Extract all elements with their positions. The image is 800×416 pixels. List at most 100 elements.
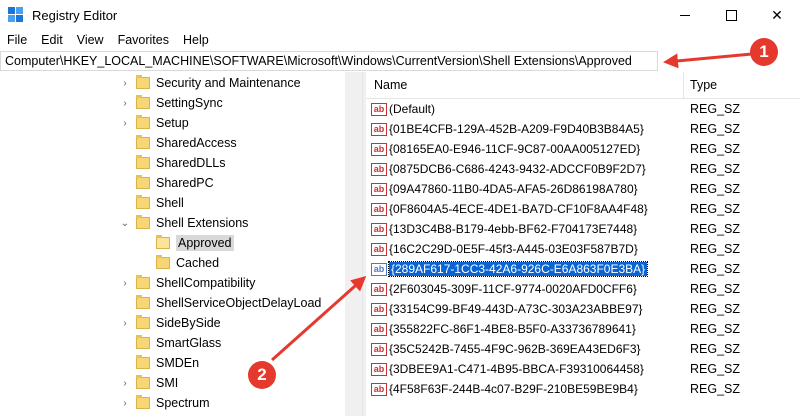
value-row[interactable]: ab {2F603045-309F-11CF-9774-0020AFD0CFF6}… xyxy=(366,279,800,299)
tree-item-label: SharedAccess xyxy=(156,136,237,150)
folder-icon xyxy=(136,175,150,189)
value-row[interactable]: ab {289AF617-1CC3-42A6-926C-E6A863F0E3BA}… xyxy=(366,259,800,279)
tree-item-label: SideBySide xyxy=(156,316,221,330)
tree-item[interactable]: › Spectrum xyxy=(118,393,210,413)
value-type: REG_SZ xyxy=(690,162,741,176)
tree-item-label: SMDEn xyxy=(156,356,200,370)
tree-item[interactable]: Approved xyxy=(138,233,234,253)
folder-icon xyxy=(136,155,150,169)
string-value-icon: ab xyxy=(371,362,387,376)
tree-item[interactable]: SmartGlass xyxy=(118,333,221,353)
string-value-icon: ab xyxy=(371,162,387,176)
menu-edit[interactable]: Edit xyxy=(34,33,70,47)
value-name: {01BE4CFB-129A-452B-A209-F9D40B3B84A5} xyxy=(389,122,644,136)
value-name: {13D3C4B8-B179-4ebb-BF62-F704173E7448} xyxy=(389,222,638,236)
tree-item-label: SharedPC xyxy=(156,176,214,190)
value-name: {4F58F63F-244B-4c07-B29F-210BE59BE9B4} xyxy=(389,382,638,396)
tree-item[interactable]: ⌄ Shell Extensions xyxy=(118,213,248,233)
folder-icon xyxy=(136,215,150,229)
value-row[interactable]: ab (Default) REG_SZ xyxy=(366,99,800,119)
value-row[interactable]: ab {08165EA0-E946-11CF-9C87-00AA005127ED}… xyxy=(366,139,800,159)
tree-item-label: SharedDLLs xyxy=(156,156,226,170)
value-type: REG_SZ xyxy=(690,102,741,116)
tree-item[interactable]: ShellServiceObjectDelayLoad xyxy=(118,293,321,313)
expand-chevron-icon[interactable]: › xyxy=(118,376,132,390)
value-row[interactable]: ab {355822FC-86F1-4BE8-B5F0-A33736789641}… xyxy=(366,319,800,339)
tree-item[interactable]: › SettingSync xyxy=(118,93,223,113)
address-bar[interactable]: Computer\HKEY_LOCAL_MACHINE\SOFTWARE\Mic… xyxy=(0,51,658,71)
menu-view[interactable]: View xyxy=(70,33,111,47)
value-row[interactable]: ab {33154C99-BF49-443D-A73C-303A23ABBE97}… xyxy=(366,299,800,319)
folder-icon xyxy=(136,275,150,289)
value-name: {33154C99-BF49-443D-A73C-303A23ABBE97} xyxy=(389,302,643,316)
value-type: REG_SZ xyxy=(690,282,741,296)
tree-item[interactable]: Cached xyxy=(138,253,219,273)
string-value-icon: ab xyxy=(371,342,387,356)
tree-item[interactable]: › Setup xyxy=(118,113,189,133)
value-row[interactable]: ab {13D3C4B8-B179-4ebb-BF62-F704173E7448}… xyxy=(366,219,800,239)
value-name: {35C5242B-7455-4F9C-962B-369EA43ED6F3} xyxy=(389,342,641,356)
window-title: Registry Editor xyxy=(32,7,118,23)
value-row[interactable]: ab {4F58F63F-244B-4c07-B29F-210BE59BE9B4}… xyxy=(366,379,800,399)
minimize-button[interactable] xyxy=(662,0,708,30)
tree-item[interactable]: SharedPC xyxy=(118,173,214,193)
value-row[interactable]: ab {3DBEE9A1-C471-4B95-BBCA-F39310064458}… xyxy=(366,359,800,379)
folder-icon xyxy=(136,335,150,349)
value-row[interactable]: ab {0875DCB6-C686-4243-9432-ADCCF0B9F2D7}… xyxy=(366,159,800,179)
tree-item-label: Shell xyxy=(156,196,184,210)
tree-item-label: ShellServiceObjectDelayLoad xyxy=(156,296,322,310)
value-row[interactable]: ab {16C2C29D-0E5F-45f3-A445-03E03F587B7D}… xyxy=(366,239,800,259)
value-row[interactable]: ab {0F8604A5-4ECE-4DE1-BA7D-CF10F8AA4F48}… xyxy=(366,199,800,219)
tree-item-label: Cached xyxy=(176,256,220,270)
expand-chevron-icon[interactable]: › xyxy=(118,116,132,130)
value-row[interactable]: ab {35C5242B-7455-4F9C-962B-369EA43ED6F3}… xyxy=(366,339,800,359)
tree-item[interactable]: › ShellCompatibility xyxy=(118,273,255,293)
tree-item[interactable]: SMDEn xyxy=(118,353,199,373)
maximize-button[interactable] xyxy=(708,0,754,30)
tree-item[interactable]: SharedAccess xyxy=(118,133,237,153)
string-value-icon: ab xyxy=(371,242,387,256)
value-name: {0F8604A5-4ECE-4DE1-BA7D-CF10F8AA4F48} xyxy=(389,202,648,216)
menu-file[interactable]: File xyxy=(0,33,34,47)
values-list-pane[interactable]: Name Type ab (Default) REG_SZ ab {01BE4CFB-1… xyxy=(366,72,800,416)
list-header: Name Type xyxy=(366,72,800,99)
folder-icon xyxy=(136,195,150,209)
column-header-name[interactable]: Name xyxy=(366,72,684,98)
folder-icon xyxy=(136,355,150,369)
tree-item[interactable]: › Security and Maintenance xyxy=(118,73,301,93)
menu-favorites[interactable]: Favorites xyxy=(111,33,176,47)
value-type: REG_SZ xyxy=(690,302,741,316)
close-button[interactable]: ✕ xyxy=(754,0,800,30)
expand-chevron-icon[interactable]: › xyxy=(118,96,132,110)
tree-item[interactable]: Shell xyxy=(118,193,184,213)
folder-icon xyxy=(136,95,150,109)
folder-icon xyxy=(136,395,150,409)
menu-help[interactable]: Help xyxy=(176,33,216,47)
column-header-type[interactable]: Type xyxy=(684,78,717,92)
key-tree-pane[interactable]: › Security and Maintenance › SettingSync › Se… xyxy=(0,72,362,416)
value-type: REG_SZ xyxy=(690,222,741,236)
menu-bar: File Edit View Favorites Help xyxy=(0,30,800,50)
expand-chevron-icon[interactable]: › xyxy=(118,316,132,330)
annotation-badge-1: 1 xyxy=(750,38,778,66)
value-type: REG_SZ xyxy=(690,322,741,336)
value-row[interactable]: ab {09A47860-11B0-4DA5-AFA5-26D86198A780}… xyxy=(366,179,800,199)
expand-chevron-icon[interactable]: › xyxy=(118,396,132,410)
value-name: (Default) xyxy=(389,102,436,116)
tree-item-label: Shell Extensions xyxy=(156,216,249,230)
expand-chevron-icon[interactable]: ⌄ xyxy=(118,216,132,230)
value-name: {289AF617-1CC3-42A6-926C-E6A863F0E3BA} xyxy=(387,261,649,277)
value-type: REG_SZ xyxy=(690,142,741,156)
expand-chevron-icon[interactable]: › xyxy=(118,76,132,90)
folder-open-icon xyxy=(156,235,170,249)
value-row[interactable]: ab {01BE4CFB-129A-452B-A209-F9D40B3B84A5}… xyxy=(366,119,800,139)
tree-item[interactable]: › SMI xyxy=(118,373,178,393)
expand-chevron-icon[interactable]: › xyxy=(118,276,132,290)
folder-icon xyxy=(136,375,150,389)
tree-scrollbar[interactable] xyxy=(345,72,362,416)
tree-item[interactable]: › SideBySide xyxy=(118,313,221,333)
string-value-icon: ab xyxy=(371,382,387,396)
tree-item[interactable]: SharedDLLs xyxy=(118,153,226,173)
address-path: Computer\HKEY_LOCAL_MACHINE\SOFTWARE\Mic… xyxy=(5,54,632,68)
